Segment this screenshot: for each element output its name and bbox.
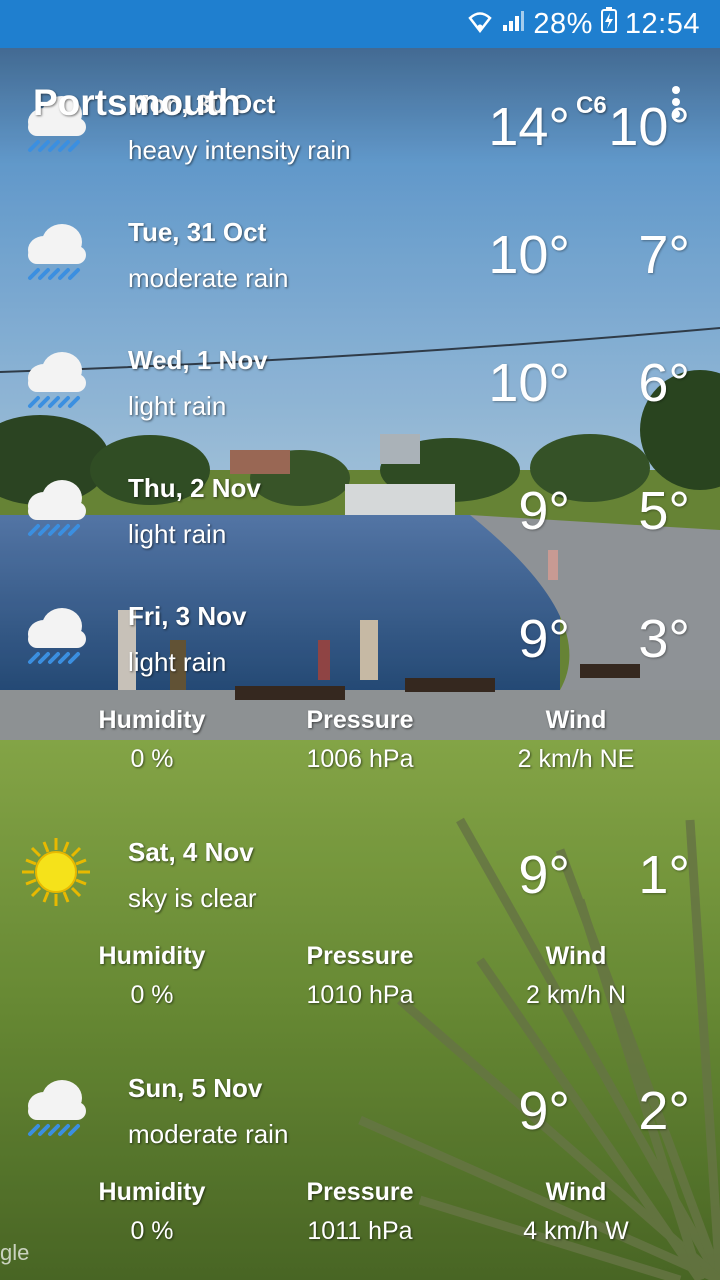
battery-percent: 28% bbox=[533, 7, 593, 40]
sun-icon bbox=[20, 836, 92, 908]
wind-detail: Wind 2 km/h N bbox=[456, 942, 696, 1010]
pressure-label: Pressure bbox=[306, 706, 414, 734]
min-temp: 1° bbox=[638, 845, 690, 905]
humidity-value: 0 % bbox=[130, 745, 174, 773]
wind-value: 4 km/h W bbox=[523, 1217, 629, 1245]
humidity-value: 0 % bbox=[130, 1217, 174, 1245]
wifi-icon bbox=[467, 8, 493, 41]
max-temp: 9° bbox=[518, 845, 570, 905]
min-temp: 3° bbox=[638, 609, 690, 669]
min-temp: 6° bbox=[638, 353, 690, 413]
forecast-description: moderate rain bbox=[128, 1119, 289, 1149]
menu-dot bbox=[672, 86, 680, 94]
pressure-value: 1010 hPa bbox=[306, 981, 414, 1009]
min-temp: 2° bbox=[638, 1081, 690, 1141]
humidity-label: Humidity bbox=[98, 1178, 206, 1206]
wind-label: Wind bbox=[545, 942, 607, 970]
max-temp: 9° bbox=[518, 609, 570, 669]
forecast-description: sky is clear bbox=[128, 883, 257, 913]
pressure-label: Pressure bbox=[306, 1178, 414, 1206]
rain-cloud-icon bbox=[20, 216, 92, 288]
status-bar: 28% 12:54 bbox=[0, 0, 720, 48]
rain-cloud-icon bbox=[20, 1072, 92, 1144]
rain-cloud-icon bbox=[20, 600, 92, 672]
forecast-row[interactable]: Wed, 1 Nov light rain 10° 6° bbox=[0, 336, 720, 456]
city-title: Portsmouth bbox=[33, 82, 241, 123]
menu-dot bbox=[672, 98, 680, 106]
humidity-detail: Humidity 0 % bbox=[32, 1178, 272, 1246]
humidity-detail: Humidity 0 % bbox=[32, 706, 272, 774]
menu-dot bbox=[672, 110, 680, 118]
app-toolbar: Portsmouth C6 bbox=[0, 48, 720, 160]
pressure-label: Pressure bbox=[306, 942, 414, 970]
rain-cloud-icon bbox=[20, 472, 92, 544]
forecast-date: Thu, 2 Nov bbox=[128, 473, 261, 503]
forecast-row[interactable]: Thu, 2 Nov light rain 9° 5° bbox=[0, 464, 720, 584]
humidity-value: 0 % bbox=[130, 981, 174, 1009]
max-temp: 9° bbox=[518, 481, 570, 541]
clock: 12:54 bbox=[624, 7, 700, 40]
forecast-date: Wed, 1 Nov bbox=[128, 345, 268, 375]
wind-detail: Wind 2 km/h NE bbox=[456, 706, 696, 774]
wind-label: Wind bbox=[545, 1178, 607, 1206]
unit-toggle[interactable]: C6 bbox=[576, 92, 607, 120]
pressure-detail: Pressure 1010 hPa bbox=[240, 942, 480, 1010]
forecast-description: light rain bbox=[128, 519, 227, 549]
forecast-row-expanded[interactable]: Sat, 4 Nov sky is clear 9° 1° Humidity 0… bbox=[0, 828, 720, 1028]
humidity-detail: Humidity 0 % bbox=[32, 942, 272, 1010]
forecast-date: Fri, 3 Nov bbox=[128, 601, 247, 631]
photo-attribution: gle bbox=[0, 1240, 30, 1265]
wind-detail: Wind 4 km/h W bbox=[456, 1178, 696, 1246]
forecast-description: moderate rain bbox=[128, 263, 289, 293]
forecast-row-expanded[interactable]: Sun, 5 Nov moderate rain 9° 2° Humidity … bbox=[0, 1064, 720, 1264]
forecast-row-expanded[interactable]: Fri, 3 Nov light rain 9° 3° Humidity 0 %… bbox=[0, 592, 720, 792]
forecast-description: light rain bbox=[128, 391, 227, 421]
min-temp: 7° bbox=[638, 225, 690, 285]
pressure-value: 1011 hPa bbox=[307, 1217, 413, 1245]
wind-value: 2 km/h N bbox=[525, 981, 627, 1009]
rain-cloud-icon bbox=[20, 344, 92, 416]
min-temp: 5° bbox=[638, 481, 690, 541]
forecast-date: Sun, 5 Nov bbox=[128, 1073, 263, 1103]
max-temp: 10° bbox=[488, 225, 570, 285]
overflow-menu-button[interactable] bbox=[664, 86, 688, 122]
pressure-value: 1006 hPa bbox=[306, 745, 414, 773]
forecast-date: Tue, 31 Oct bbox=[128, 217, 267, 247]
wind-label: Wind bbox=[545, 706, 607, 734]
pressure-detail: Pressure 1011 hPa bbox=[240, 1178, 480, 1246]
humidity-label: Humidity bbox=[98, 706, 206, 734]
forecast-row[interactable]: Tue, 31 Oct moderate rain 10° 7° bbox=[0, 208, 720, 328]
max-temp: 10° bbox=[488, 353, 570, 413]
forecast-description: light rain bbox=[128, 647, 227, 677]
wind-value: 2 km/h NE bbox=[517, 745, 635, 773]
humidity-label: Humidity bbox=[98, 942, 206, 970]
max-temp: 9° bbox=[518, 1081, 570, 1141]
pressure-detail: Pressure 1006 hPa bbox=[240, 706, 480, 774]
signal-icon bbox=[501, 8, 525, 41]
battery-charging-icon bbox=[600, 7, 617, 41]
forecast-date: Sat, 4 Nov bbox=[128, 837, 254, 867]
